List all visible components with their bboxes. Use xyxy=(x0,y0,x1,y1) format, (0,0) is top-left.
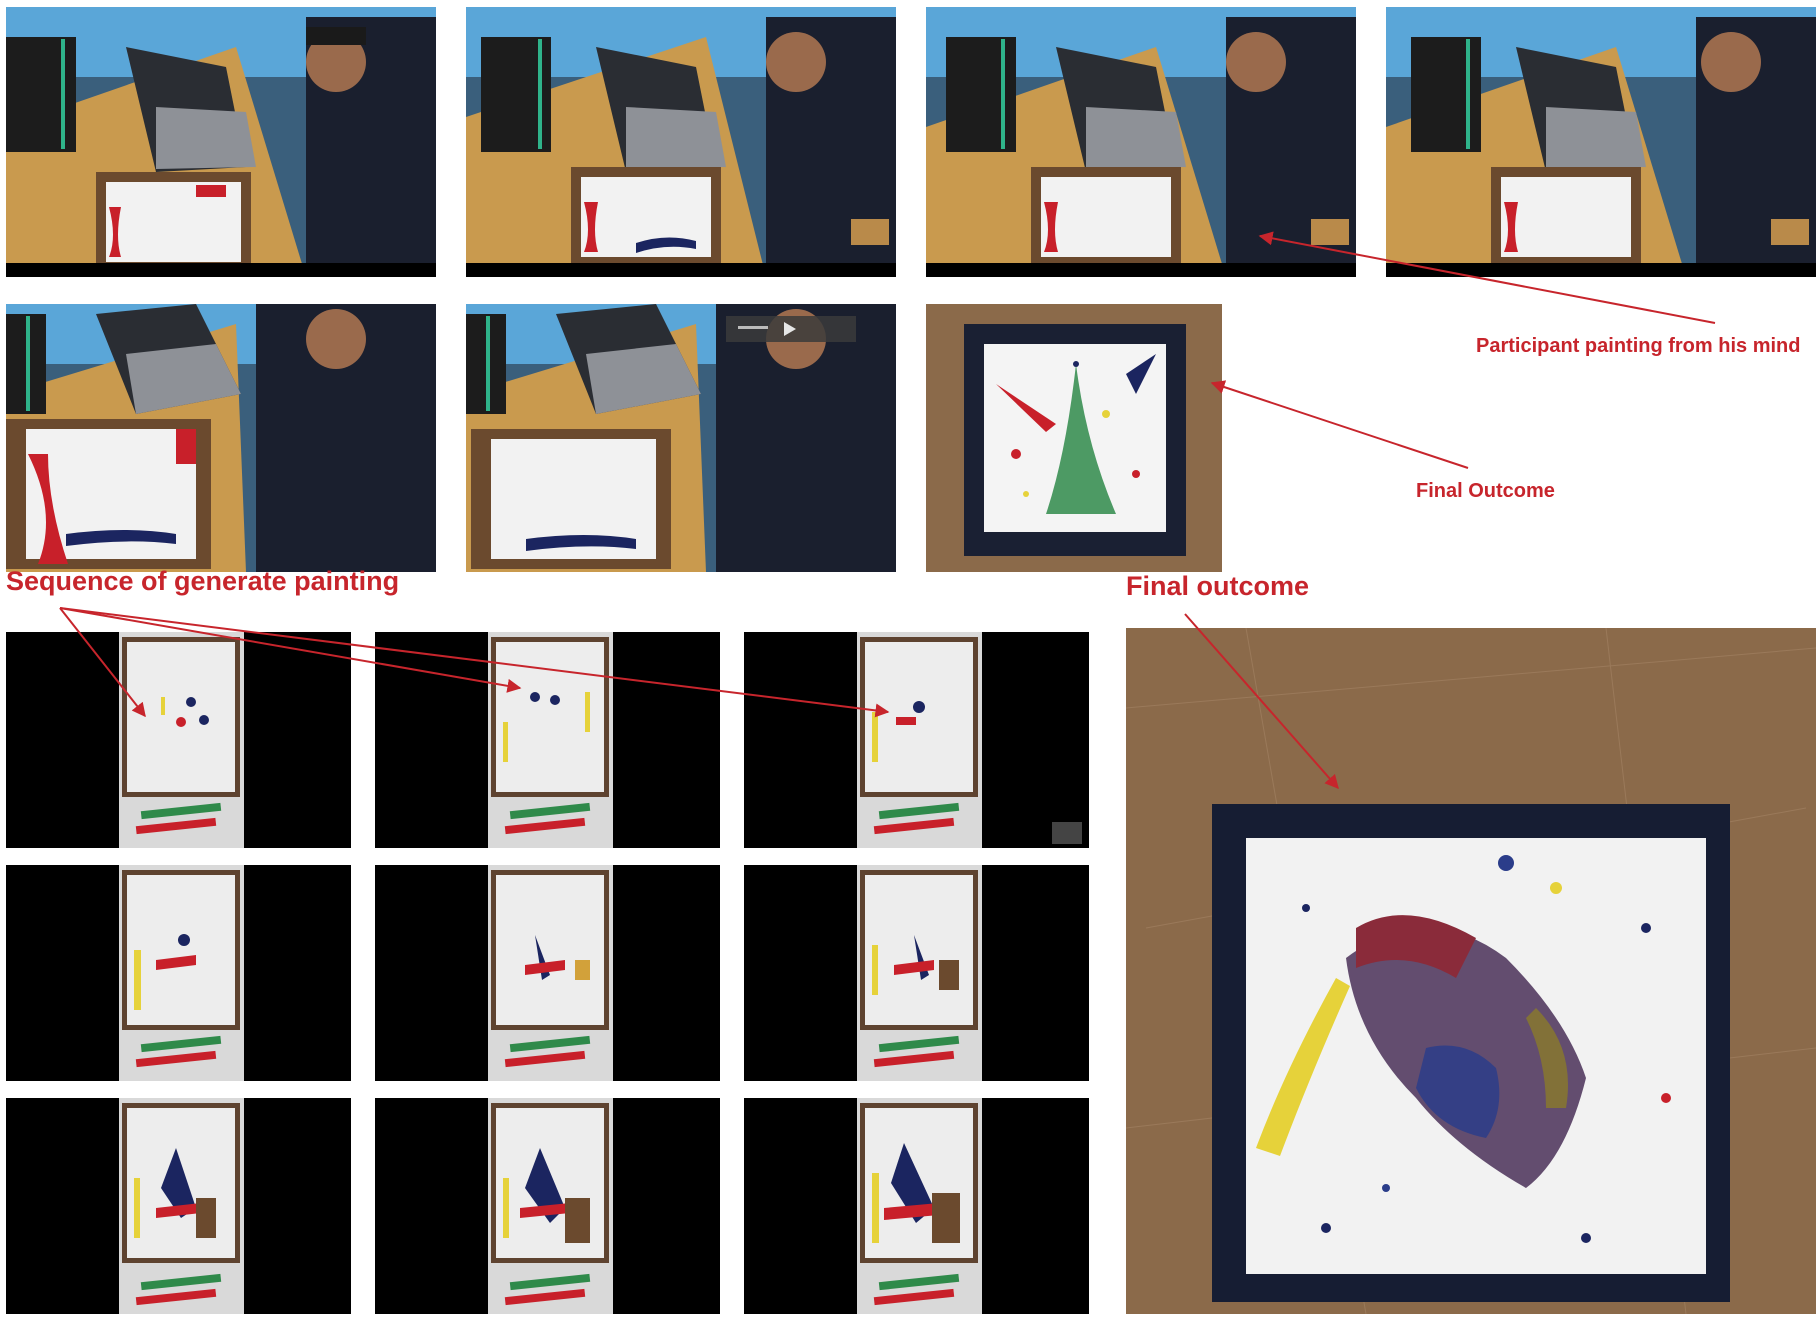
sequence-frame-5 xyxy=(375,865,720,1081)
participant-frame-5 xyxy=(6,304,436,572)
final-outcome-large-caption: Final outcome xyxy=(1126,571,1310,601)
participant-frame-6 xyxy=(466,304,896,572)
final-outcome-photo-small xyxy=(926,304,1222,572)
sequence-frame-6 xyxy=(744,865,1089,1081)
sequence-frame-4 xyxy=(6,865,351,1081)
final-outcome-small-caption: Final Outcome xyxy=(1416,480,1555,502)
participant-frame-1 xyxy=(6,7,436,277)
arrow-final-outcome-small xyxy=(1210,380,1469,469)
sequence-frame-8 xyxy=(375,1098,720,1314)
participant-frame-4 xyxy=(1386,7,1816,277)
sequence-frame-2 xyxy=(375,632,720,848)
participant-frame-3 xyxy=(926,7,1356,277)
video-player-controls-icon xyxy=(726,316,856,342)
sequence-frame-3 xyxy=(744,632,1089,848)
video-thumbnail-icon xyxy=(1052,822,1082,844)
sequence-frame-7 xyxy=(6,1098,351,1314)
sequence-caption: Sequence of generate painting xyxy=(6,566,400,596)
sequence-frame-9 xyxy=(744,1098,1089,1314)
sequence-frame-1 xyxy=(6,632,351,848)
participant-frame-2 xyxy=(466,7,896,277)
final-outcome-photo-large xyxy=(1126,628,1816,1314)
participant-caption: Participant painting from his mind xyxy=(1476,335,1801,357)
